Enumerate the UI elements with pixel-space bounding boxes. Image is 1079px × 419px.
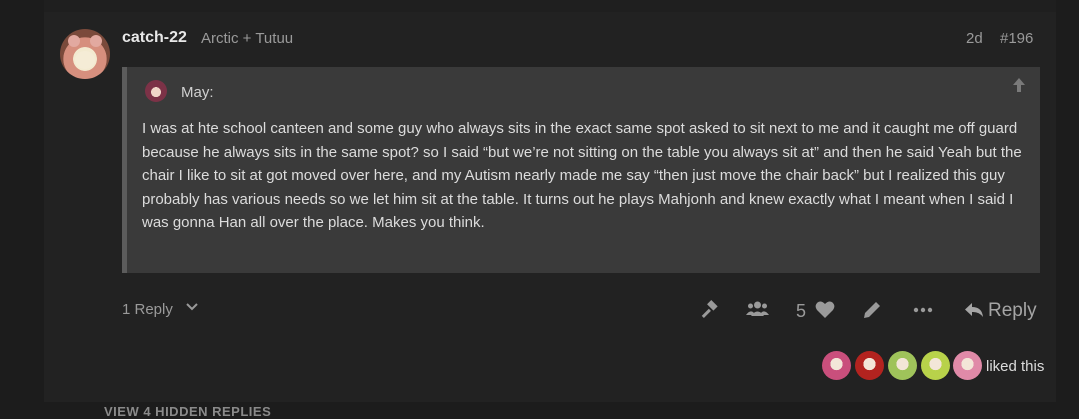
- replies-toggle[interactable]: 1 Reply: [122, 301, 173, 318]
- liker-avatar[interactable]: [822, 351, 851, 380]
- liker-avatar[interactable]: [855, 351, 884, 380]
- liked-this-label: liked this: [986, 358, 1045, 375]
- post-user-title: Arctic + Tutuu: [201, 30, 294, 47]
- avatar-ear-right: [90, 35, 102, 47]
- post-number[interactable]: #196: [1000, 30, 1033, 47]
- liker-avatar[interactable]: [953, 351, 982, 380]
- user-avatar[interactable]: [60, 29, 110, 79]
- view-hidden-replies[interactable]: VIEW 4 HIDDEN REPLIES: [104, 404, 271, 419]
- reply-button[interactable]: Reply: [964, 300, 1037, 322]
- chevron-down-icon[interactable]: [186, 300, 198, 315]
- like-count[interactable]: 5: [796, 301, 806, 322]
- reply-button-label: Reply: [988, 300, 1037, 321]
- avatar-ear-left: [68, 35, 80, 47]
- liker-avatar[interactable]: [888, 351, 917, 380]
- topic-separator: [44, 0, 1056, 12]
- ellipsis-icon[interactable]: [913, 300, 933, 320]
- post-username[interactable]: catch-22: [122, 29, 187, 47]
- avatar-face: [75, 51, 95, 69]
- upload-arrow-icon[interactable]: [1012, 77, 1026, 98]
- heart-icon[interactable]: [815, 300, 835, 319]
- liker-avatar[interactable]: [921, 351, 950, 380]
- users-icon[interactable]: [746, 300, 769, 318]
- reply-arrow-icon: [965, 303, 983, 317]
- pencil-icon[interactable]: [862, 300, 882, 320]
- gavel-icon[interactable]: [699, 300, 720, 321]
- post-age[interactable]: 2d: [966, 30, 983, 47]
- quote-author-avatar[interactable]: [145, 80, 167, 102]
- quote-text: I was at hte school canteen and some guy…: [142, 120, 1022, 232]
- quote-author[interactable]: May:: [181, 84, 214, 101]
- quote-block: May: I was at hte school canteen and som…: [122, 67, 1040, 273]
